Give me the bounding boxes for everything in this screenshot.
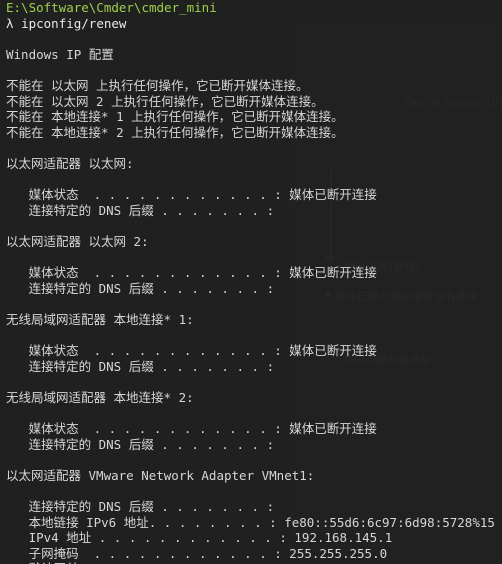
current-path: E:\Software\Cmder\cmder_mini (6, 0, 217, 15)
output-line: 媒体状态 . . . . . . . . . . . . : 媒体已断开连接 (6, 343, 377, 359)
output-line: 连接特定的 DNS 后缀 . . . . . . . : (6, 436, 275, 452)
output-line: 以太网适配器 以太网: (6, 155, 134, 171)
output-line: 连接特定的 DNS 后缀 . . . . . . . : (6, 202, 275, 218)
output-line: 媒体状态 . . . . . . . . . . . . : 媒体已断开连接 (6, 265, 377, 281)
output-line: 无线局域网适配器 本地连接* 2: (6, 389, 194, 405)
output-line: 以太网适配器 以太网 2: (6, 233, 149, 249)
output-line: 连接特定的 DNS 后缀 . . . . . . . : (6, 499, 275, 514)
output-line: 不能在 本地连接* 2 上执行任何操作，它已断开媒体连接。 (6, 124, 344, 140)
output-line: 连接特定的 DNS 后缀 . . . . . . . : (6, 358, 275, 374)
output-line: 无线局域网适配器 本地连接* 1: (6, 311, 194, 327)
output-line: IPv4 地址 . . . . . . . . . . . . : 192.16… (6, 530, 393, 546)
output-line: 媒体状态 . . . . . . . . . . . . : 媒体已断开连接 (6, 187, 377, 203)
output-line: Windows IP 配置 (6, 46, 114, 62)
command-output: Windows IP 配置 不能在 以太网 上执行任何操作，它已断开媒体连接。 不能… (6, 31, 502, 564)
terminal-window[interactable]: E:\Software\Cmder\cmder_mini λ ipconfig/… (0, 0, 502, 564)
output-line: 以太网适配器 VMware Network Adapter VMnet1: (6, 467, 315, 483)
output-line: 子网掩码 . . . . . . . . . . . . : 255.255.2… (6, 545, 388, 561)
output-line: 本地链接 IPv6 地址. . . . . . . . : fe80::55d6… (6, 514, 495, 530)
prompt-lambda-icon: λ (6, 15, 14, 31)
command-line[interactable]: λ ipconfig/renew (6, 16, 502, 32)
output-line: 不能在 以太网 上执行任何操作，它已断开媒体连接。 (6, 77, 309, 93)
output-line: 不能在 本地连接* 1 上执行任何操作，它已断开媒体连接。 (6, 109, 344, 125)
command-text: ipconfig/renew (21, 15, 127, 31)
output-line: 连接特定的 DNS 后缀 . . . . . . . : (6, 280, 275, 296)
output-line: 不能在 以太网 2 上执行任何操作，它已断开媒体连接。 (6, 93, 324, 109)
output-line: 媒体状态 . . . . . . . . . . . . : 媒体已断开连接 (6, 421, 377, 437)
